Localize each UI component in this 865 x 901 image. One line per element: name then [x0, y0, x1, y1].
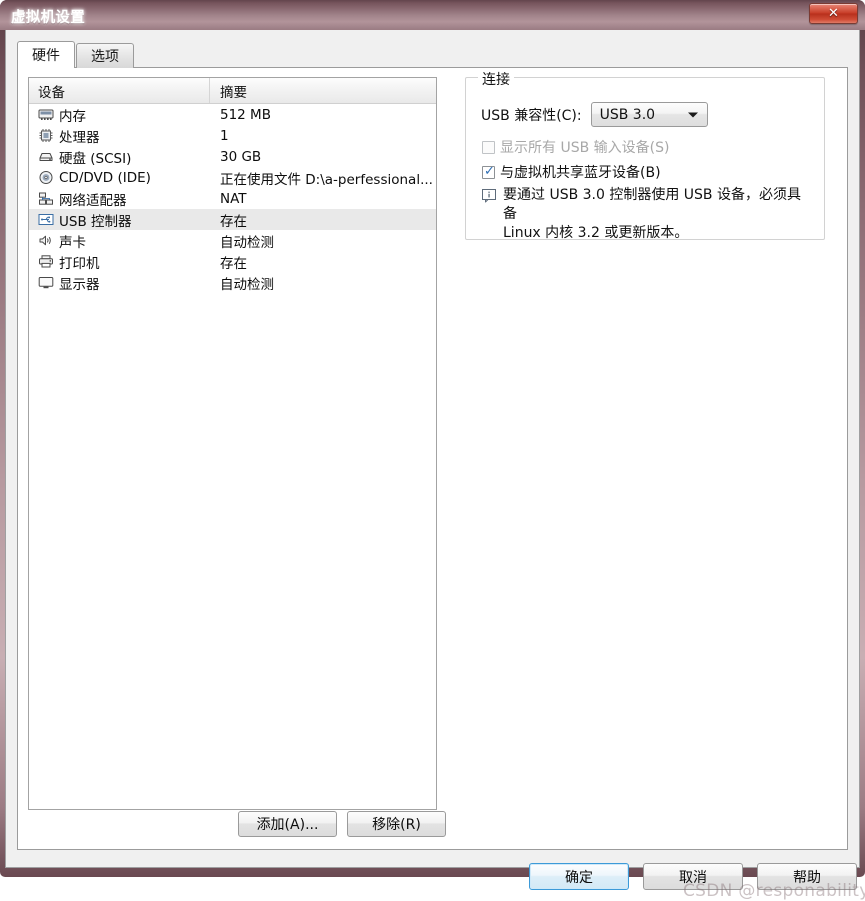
- cddvd-icon: [38, 170, 54, 185]
- table-row[interactable]: 打印机 存在: [29, 251, 436, 272]
- close-icon: ✕: [828, 6, 839, 21]
- processor-icon: [38, 128, 54, 143]
- device-summary: 自动检测: [220, 234, 274, 251]
- chevron-down-icon: [687, 112, 698, 117]
- device-cell: 处理器: [29, 126, 210, 146]
- table-row[interactable]: 显示器 自动检测: [29, 272, 436, 293]
- device-name: USB 控制器: [59, 213, 132, 230]
- soundcard-icon: [38, 233, 54, 248]
- column-header-summary: 摘要: [220, 84, 247, 101]
- device-summary: 正在使用文件 D:\a-perfessional...: [220, 171, 433, 188]
- device-name: 打印机: [59, 255, 100, 272]
- device-name: 内存: [59, 108, 86, 125]
- check-icon: ✓: [484, 163, 495, 179]
- device-name: CD/DVD (IDE): [59, 169, 151, 186]
- device-name: 硬盘 (SCSI): [59, 150, 132, 167]
- printer-icon: [38, 254, 54, 269]
- tab-hardware[interactable]: 硬件: [17, 41, 75, 68]
- show-all-usb-input-devices-label: 显示所有 USB 输入设备(S): [500, 140, 670, 156]
- info-icon: [482, 188, 496, 203]
- remove-device-button[interactable]: 移除(R): [347, 811, 446, 837]
- close-button[interactable]: ✕: [809, 3, 858, 24]
- network-adapter-icon: [38, 191, 54, 206]
- table-row[interactable]: 网络适配器 NAT: [29, 188, 436, 209]
- device-cell: 声卡: [29, 231, 210, 251]
- device-cell: 内存: [29, 105, 210, 125]
- checkbox-box: [482, 140, 495, 154]
- add-device-button[interactable]: 添加(A)...: [238, 811, 337, 837]
- usb3-requirement-note: 要通过 USB 3.0 控制器使用 USB 设备，必须具备 Linux 内核 3…: [482, 186, 812, 243]
- table-row[interactable]: 内存 512 MB: [29, 104, 436, 125]
- usb3-requirement-text: 要通过 USB 3.0 控制器使用 USB 设备，必须具备 Linux 内核 3…: [503, 187, 801, 241]
- device-name: 显示器: [59, 276, 100, 293]
- connection-group-title: 连接: [478, 69, 514, 89]
- connection-group: 连接 USB 兼容性(C): USB 3.0 显示所有 USB 输入设备(S) …: [465, 69, 825, 243]
- table-row[interactable]: CD/DVD (IDE) 正在使用文件 D:\a-perfessional...: [29, 167, 436, 188]
- usb-compatibility-value: USB 3.0: [599, 106, 656, 123]
- remove-device-button-label: 移除(R): [372, 817, 421, 833]
- usb-controller-icon: [38, 212, 54, 227]
- device-summary: 存在: [220, 213, 247, 230]
- tab-options[interactable]: 选项: [76, 43, 134, 68]
- device-name: 声卡: [59, 234, 86, 251]
- usb-compatibility-row: USB 兼容性(C): USB 3.0: [481, 102, 708, 127]
- show-all-usb-input-devices-checkbox[interactable]: 显示所有 USB 输入设备(S): [482, 137, 669, 157]
- device-summary: 自动检测: [220, 276, 274, 293]
- virtual-machine-settings-window: 虚拟机设置 ✕ 硬件 选项 设备 摘要 内存 512 MB 处理器 1 硬盘 (…: [0, 0, 865, 901]
- title-bar-background: [0, 0, 865, 30]
- memory-icon: [38, 107, 54, 122]
- table-row[interactable]: 处理器 1: [29, 125, 436, 146]
- device-cell: CD/DVD (IDE): [29, 170, 210, 186]
- share-bluetooth-checkbox[interactable]: ✓ 与虚拟机共享蓝牙设备(B): [482, 162, 661, 182]
- device-name: 处理器: [59, 129, 100, 146]
- usb-compatibility-label: USB 兼容性(C):: [481, 107, 582, 124]
- tab-strip: 硬件 选项: [17, 41, 135, 68]
- device-cell: 显示器: [29, 273, 210, 293]
- title-bar: 虚拟机设置 ✕: [0, 0, 865, 30]
- window-title: 虚拟机设置: [11, 10, 85, 26]
- device-name: 网络适配器: [59, 192, 127, 209]
- device-list-header: 设备 摘要: [29, 78, 436, 104]
- column-header-device: 设备: [29, 78, 210, 103]
- device-summary: 30 GB: [220, 148, 262, 165]
- share-bluetooth-label: 与虚拟机共享蓝牙设备(B): [500, 165, 661, 181]
- device-cell: 打印机: [29, 252, 210, 272]
- add-device-button-label: 添加(A)...: [256, 817, 319, 833]
- checkbox-box: ✓: [482, 163, 495, 179]
- table-row[interactable]: 硬盘 (SCSI) 30 GB: [29, 146, 436, 167]
- device-summary: 1: [220, 127, 229, 144]
- device-summary: NAT: [220, 190, 247, 207]
- device-summary: 存在: [220, 255, 247, 272]
- table-row[interactable]: USB 控制器 存在: [29, 209, 436, 230]
- tab-hardware-label: 硬件: [32, 48, 60, 64]
- device-list-rows: 内存 512 MB 处理器 1 硬盘 (SCSI) 30 GB CD/DVD (…: [29, 104, 436, 293]
- device-cell: 硬盘 (SCSI): [29, 147, 210, 167]
- table-row[interactable]: 声卡 自动检测: [29, 230, 436, 251]
- client-area: 硬件 选项 设备 摘要 内存 512 MB 处理器 1 硬盘 (SCSI) 30…: [5, 30, 865, 901]
- device-cell: USB 控制器: [29, 210, 210, 230]
- device-summary: 512 MB: [220, 106, 271, 123]
- device-list[interactable]: 设备 摘要 内存 512 MB 处理器 1 硬盘 (SCSI) 30 GB CD…: [28, 77, 437, 810]
- display-icon: [38, 275, 54, 290]
- tab-options-label: 选项: [91, 49, 119, 65]
- device-cell: 网络适配器: [29, 189, 210, 209]
- harddisk-icon: [38, 149, 54, 164]
- usb-compatibility-select[interactable]: USB 3.0: [590, 102, 708, 127]
